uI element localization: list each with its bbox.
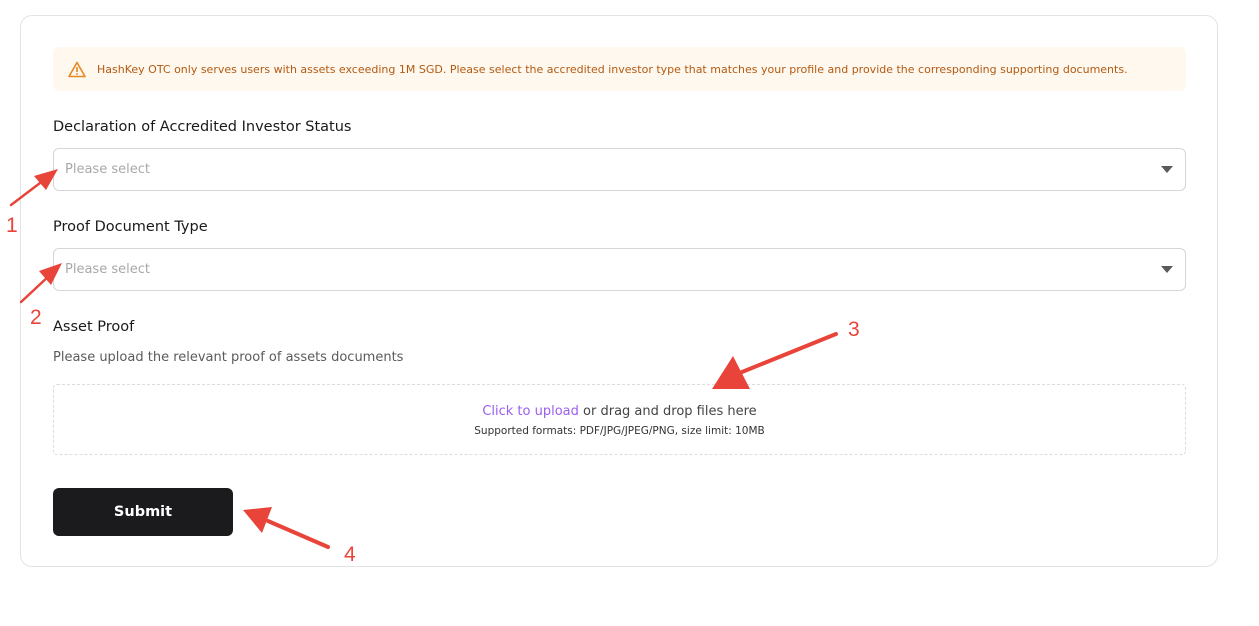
submit-button[interactable]: Submit [53,488,233,536]
declaration-label: Declaration of Accredited Investor Statu… [53,119,352,135]
declaration-select[interactable]: Please select [53,148,1186,191]
upload-drag-text: or drag and drop files here [578,404,757,419]
chevron-down-icon[interactable] [1161,266,1173,273]
chevron-down-icon[interactable] [1161,166,1173,173]
annotation-number-3: 3 [848,318,860,341]
annotation-number-4: 4 [344,543,356,566]
proof-type-select[interactable]: Please select [53,248,1186,291]
warning-icon [67,59,87,79]
declaration-placeholder: Please select [65,162,150,177]
page: HashKey OTC only serves users with asset… [0,0,1259,626]
upload-instructions: Click to upload or drag and drop files h… [54,404,1185,419]
annotation-number-1: 1 [6,214,18,237]
asset-proof-hint: Please upload the relevant proof of asse… [53,350,404,365]
notice-text: HashKey OTC only serves users with asset… [97,62,1128,76]
proof-type-placeholder: Please select [65,262,150,277]
annotation-number-2: 2 [30,306,42,329]
form-card [20,15,1218,567]
upload-formats: Supported formats: PDF/JPG/JPEG/PNG, siz… [474,425,765,437]
upload-dropzone[interactable]: Click to upload or drag and drop files h… [53,384,1186,455]
asset-proof-label: Asset Proof [53,319,135,335]
notice-banner: HashKey OTC only serves users with asset… [53,47,1186,91]
proof-type-label: Proof Document Type [53,219,208,235]
click-to-upload-link[interactable]: Click to upload [482,404,579,419]
